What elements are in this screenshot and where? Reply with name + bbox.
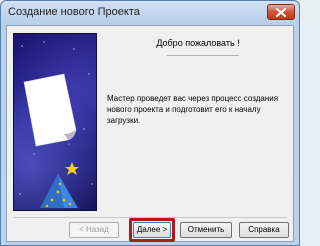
wizard-hat-icon	[40, 174, 78, 208]
back-button[interactable]: < Назад	[69, 222, 119, 238]
cancel-button[interactable]: Отменить	[180, 222, 232, 238]
wizard-illustration	[13, 33, 97, 211]
close-button[interactable]	[267, 4, 295, 20]
wizard-body: Добро пожаловать ! Мастер проведет вас ч…	[6, 25, 294, 242]
star-icon	[65, 162, 79, 175]
close-icon	[276, 8, 286, 17]
welcome-heading: Добро пожаловать !	[156, 38, 240, 48]
help-button[interactable]: Справка	[239, 222, 289, 238]
wizard-art-icon	[19, 41, 93, 208]
wizard-window: Создание нового Проекта Добро пожаловать…	[0, 0, 300, 246]
next-button-highlight	[129, 218, 175, 242]
paper-sheet-icon	[23, 73, 77, 147]
window-title: Создание нового Проекта	[8, 6, 140, 18]
welcome-divider	[167, 55, 239, 56]
title-bar[interactable]: Создание нового Проекта	[1, 1, 299, 25]
wizard-description: Мастер проведет вас через процесс создан…	[107, 94, 279, 125]
